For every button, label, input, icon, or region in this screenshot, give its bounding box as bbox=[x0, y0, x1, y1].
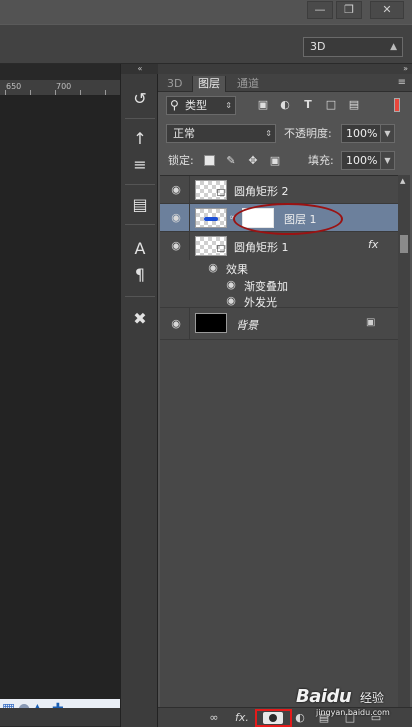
baidu-watermark: Baidu 经验 jingyan.baidu.com bbox=[296, 683, 412, 723]
canvas-area: 650 700 ▦ ● ▲ ✚ bbox=[0, 64, 120, 727]
eye-icon[interactable]: ◉ bbox=[169, 239, 183, 253]
chevron-updown-icon: ⇕ bbox=[265, 129, 272, 138]
eye-icon[interactable]: ◉ bbox=[169, 183, 183, 197]
lock-label: 锁定: bbox=[168, 154, 194, 167]
layer-row[interactable]: ◉ □ 圆角矩形 2 bbox=[160, 176, 398, 204]
effect-name: 渐变叠加 bbox=[244, 280, 288, 293]
chevron-down-icon: ▲︎ bbox=[390, 42, 397, 52]
panel-header-strip: » bbox=[158, 64, 412, 74]
panel-icon-column: « ↺ ↑ ≡ ▤ A ¶ ✖ bbox=[120, 64, 159, 727]
opacity-label: 不透明度: bbox=[284, 127, 332, 140]
tab-3d[interactable]: 3D bbox=[162, 76, 187, 92]
eye-icon[interactable]: ◉ bbox=[224, 294, 238, 308]
workspace-mode-select[interactable]: 3D ▲︎ bbox=[303, 37, 403, 57]
shape-icon: □ bbox=[216, 244, 225, 254]
eye-icon[interactable]: ◉ bbox=[169, 211, 183, 225]
panel-tabs: 3D 图层 通道 ≡ bbox=[158, 74, 412, 92]
lock-move-icon[interactable]: ✥ bbox=[246, 154, 260, 168]
options-bar: 3D ▲︎ bbox=[0, 24, 412, 64]
character-icon[interactable]: A bbox=[127, 238, 153, 260]
highlight-box bbox=[255, 709, 292, 727]
fx-icon[interactable]: fx bbox=[368, 238, 378, 251]
filter-pixel-icon[interactable]: ▣ bbox=[256, 98, 270, 112]
fill-field[interactable]: 100% ▼ bbox=[341, 151, 395, 170]
eye-icon[interactable]: ◉ bbox=[224, 278, 238, 292]
lock-all-icon[interactable]: ▣ bbox=[268, 154, 282, 168]
annotation-oval bbox=[233, 203, 343, 235]
link-layers-icon[interactable]: ∞ bbox=[206, 710, 222, 726]
layer-thumbnail bbox=[195, 208, 227, 228]
restore-icon[interactable]: ❐ bbox=[336, 1, 362, 19]
paragraph-icon[interactable]: ¶ bbox=[127, 264, 153, 286]
collapse-arrows-icon[interactable]: » bbox=[403, 64, 408, 73]
document-canvas[interactable] bbox=[0, 96, 120, 700]
workspace-mode-value: 3D bbox=[310, 40, 326, 53]
window-titlebar: — ❐ ✕ bbox=[0, 0, 412, 24]
filter-shape-icon[interactable]: □ bbox=[324, 98, 338, 112]
tool-presets-icon[interactable]: ✖ bbox=[127, 308, 153, 330]
layer-list-scrollbar[interactable]: ▲ bbox=[398, 175, 410, 715]
history-brush-icon[interactable]: ↺ bbox=[127, 88, 153, 110]
lock-transparent-icon[interactable] bbox=[204, 155, 215, 166]
eye-icon[interactable]: ◉ bbox=[169, 317, 183, 331]
lock-icon: ▣ bbox=[366, 317, 376, 328]
layer-name: 圆角矩形 2 bbox=[234, 185, 289, 198]
layer-thumbnail: □ bbox=[195, 180, 227, 200]
watermark-url: jingyan.baidu.com bbox=[316, 708, 390, 717]
clone-stamp-icon[interactable]: ↑ bbox=[127, 128, 153, 150]
close-icon[interactable]: ✕ bbox=[370, 1, 404, 19]
chevron-updown-icon: ⇕ bbox=[225, 101, 232, 110]
tab-channels[interactable]: 通道 bbox=[232, 76, 264, 92]
fill-label: 填充: bbox=[308, 154, 334, 167]
scroll-up-icon[interactable]: ▲ bbox=[400, 177, 405, 185]
filter-toggle[interactable] bbox=[394, 98, 400, 112]
watermark-cn: 经验 bbox=[360, 691, 385, 705]
minimize-icon[interactable]: — bbox=[307, 1, 333, 19]
opacity-value: 100% bbox=[346, 127, 378, 140]
layer-list: ◉ □ 圆角矩形 2 ◉ ∞ 图层 1 ◉ □ 圆角矩形 1 fx ◉ 效果 ◉… bbox=[160, 175, 398, 715]
layer-row[interactable]: ◉ □ 圆角矩形 1 fx ◉ 效果 ◉ 渐变叠加 ◉ 外发光 bbox=[160, 232, 398, 309]
layer-comps-icon[interactable]: ▤ bbox=[127, 194, 153, 216]
collapse-arrows-icon[interactable]: « bbox=[121, 64, 159, 74]
status-bar bbox=[0, 708, 120, 726]
layer-name: 圆角矩形 1 bbox=[234, 241, 289, 254]
layer-thumbnail: □ bbox=[195, 236, 227, 256]
effects-row[interactable]: ◉ 效果 bbox=[160, 260, 398, 277]
filter-type-icon[interactable]: T bbox=[301, 98, 315, 112]
opacity-field[interactable]: 100% ▼ bbox=[341, 124, 395, 143]
blend-mode-value: 正常 bbox=[173, 127, 195, 140]
layer-row[interactable]: ◉ 背景 ▣ bbox=[160, 308, 398, 340]
watermark-logo: Baidu bbox=[296, 686, 352, 707]
layer-name: 背景 bbox=[236, 319, 258, 332]
fill-value: 100% bbox=[346, 154, 378, 167]
shape-icon: □ bbox=[216, 188, 225, 198]
layers-panel: » 3D 图层 通道 ≡ ⚲ 类型 ⇕ ▣ ◐ T □ ▤ 正常 ⇕ 不透明度:… bbox=[158, 64, 412, 727]
filter-smart-object-icon[interactable]: ▤ bbox=[347, 98, 361, 112]
tab-layers[interactable]: 图层 bbox=[192, 76, 226, 92]
layer-thumbnail bbox=[195, 313, 227, 333]
eye-icon[interactable]: ◉ bbox=[206, 261, 220, 275]
layer-filter-select[interactable]: ⚲ 类型 ⇕ bbox=[166, 96, 236, 115]
search-icon: ⚲ bbox=[170, 98, 179, 112]
scrollbar-thumb[interactable] bbox=[400, 235, 408, 253]
panel-menu-icon[interactable]: ≡ bbox=[398, 77, 406, 88]
ruler-tick: 700 bbox=[56, 82, 72, 91]
horizontal-ruler: 650 700 bbox=[0, 80, 120, 96]
chevron-down-icon[interactable]: ▼ bbox=[380, 152, 394, 169]
effects-label: 效果 bbox=[226, 263, 248, 276]
layer-filter-value: 类型 bbox=[185, 99, 207, 112]
ruler-tick: 650 bbox=[6, 82, 22, 91]
effect-row[interactable]: ◉ 渐变叠加 bbox=[160, 277, 398, 294]
chevron-down-icon[interactable]: ▼ bbox=[380, 125, 394, 142]
effect-row[interactable]: ◉ 外发光 bbox=[160, 294, 398, 309]
fx-icon[interactable]: fx. bbox=[234, 710, 250, 726]
blend-mode-select[interactable]: 正常 ⇕ bbox=[166, 124, 276, 143]
filter-adjustment-icon[interactable]: ◐ bbox=[278, 98, 292, 112]
lock-brush-icon[interactable]: ✎ bbox=[224, 154, 238, 168]
brush-presets-icon[interactable]: ≡ bbox=[127, 154, 153, 176]
